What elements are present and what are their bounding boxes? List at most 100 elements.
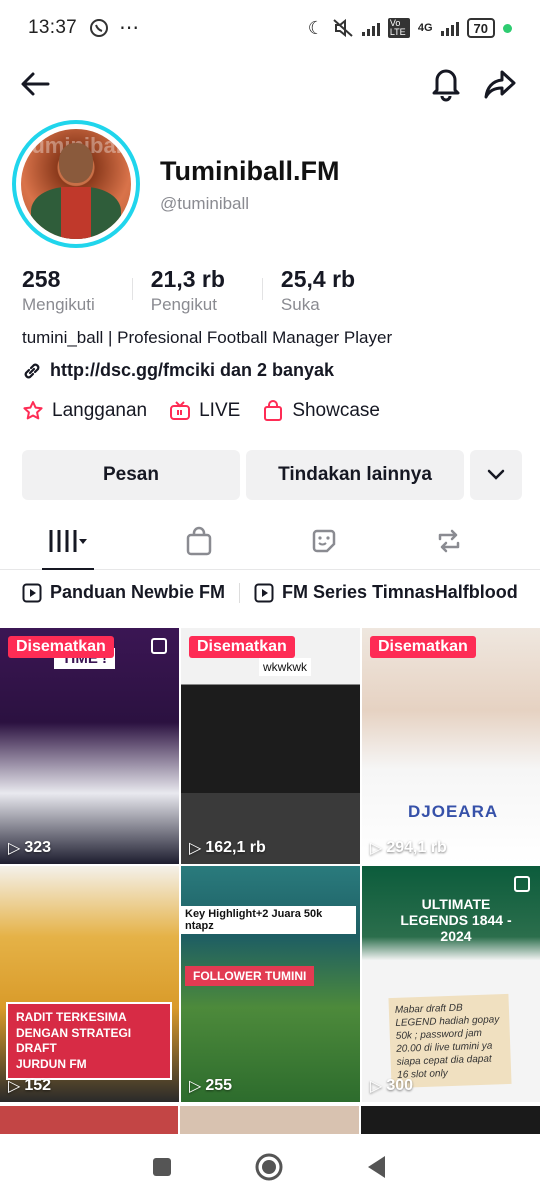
video-thumbnail[interactable]: wkwkwk Disematkan ▷ 162,1 rb — [181, 628, 360, 864]
playlist-item[interactable]: Panduan Newbie FM — [22, 582, 225, 603]
stat-label: Pengikut — [150, 295, 217, 314]
thumbnail-note: Mabar draft DB LEGEND hadiah gopay 50k ;… — [388, 993, 512, 1089]
stat-value: 258 — [22, 266, 61, 292]
shopping-bag-icon — [186, 526, 211, 555]
view-count-value: 255 — [205, 1077, 233, 1094]
stat-followers[interactable]: 21,3 rb Pengikut — [151, 266, 225, 315]
subscribe-chip[interactable]: Langganan — [22, 400, 147, 422]
thumbnail-overlay-text: DJOEARA — [408, 802, 499, 821]
video-thumbnail[interactable] — [0, 1106, 179, 1134]
play-icon: ▷ — [370, 840, 383, 857]
overlay-line: DENGAN STRATEGI DRAFT — [16, 1025, 132, 1056]
thumbnail-overlay-text: Key Highlight+2 Juara 50k ntapz — [181, 906, 356, 934]
playlist-item[interactable]: FM Series TimnasHalfblood — [254, 582, 518, 603]
repost-icon — [438, 529, 459, 552]
video-thumbnail[interactable] — [360, 1106, 540, 1134]
stat-value: 25,4 rb — [280, 266, 356, 292]
play-box-icon — [22, 583, 42, 602]
view-count-value: 323 — [24, 839, 52, 856]
more-actions-button[interactable]: Tindakan lainnya — [246, 450, 464, 500]
status-time: 13:37 — [28, 17, 78, 38]
shopping-bag-icon — [264, 400, 283, 421]
video-grid-partial-row — [0, 1106, 540, 1134]
tab-videos[interactable] — [0, 512, 136, 570]
profile-stats: 258 Mengikuti 21,3 rb Pengikut 25,4 rb S… — [22, 266, 411, 315]
do-not-disturb-icon: ☾ — [307, 17, 324, 38]
sticker-icon — [312, 529, 335, 552]
play-icon: ▷ — [189, 840, 202, 857]
play-icon: ▷ — [370, 1078, 383, 1095]
overlay-line: JURDUN FM — [16, 1056, 87, 1071]
stat-divider — [132, 278, 133, 300]
thumbnail-overlay-text: ULTIMATE LEGENDS 1844 - 2024 — [400, 896, 512, 944]
profile-bio: tumini_ball | Profesional Football Manag… — [22, 328, 393, 347]
recents-button[interactable] — [151, 1156, 173, 1178]
link-icon — [24, 363, 40, 378]
videos-grid-icon — [49, 529, 87, 552]
volte-badge: Vo LTE — [387, 18, 410, 38]
video-thumbnail[interactable] — [180, 1106, 359, 1134]
profile-name: Tuminiball.FM — [160, 156, 340, 186]
video-thumbnail[interactable]: Key Highlight+2 Juara 50k ntapz FOLLOWER… — [181, 866, 360, 1102]
profile-handle: @tuminiball — [160, 194, 250, 213]
avatar[interactable]: tuminiball — [12, 120, 140, 248]
tab-shop[interactable] — [136, 512, 261, 569]
tab-favorites[interactable] — [261, 512, 386, 569]
message-button[interactable]: Pesan — [22, 450, 240, 500]
showcase-chip[interactable]: Showcase — [262, 400, 380, 422]
tab-reposts[interactable] — [386, 512, 511, 569]
share-icon[interactable] — [482, 66, 518, 102]
playlist-divider — [239, 582, 241, 603]
signal-icon — [361, 20, 380, 36]
view-count: ▷ 300 — [370, 1076, 413, 1096]
playlist-label: Panduan Newbie FM — [50, 582, 226, 602]
play-box-icon — [254, 583, 274, 602]
playlist-label: FM Series TimnasHalfblood — [282, 582, 518, 602]
view-count: ▷ 152 — [8, 1076, 51, 1096]
video-thumbnail[interactable]: RADIT TERKESIMA DENGAN STRATEGI DRAFT JU… — [0, 866, 179, 1102]
live-tv-icon — [170, 401, 191, 420]
video-thumbnail[interactable]: TIME ! Disematkan ▷ 323 — [0, 628, 179, 864]
status-bar: 13:37 ⋯ ☾ Vo LTE 4G 70 — [0, 0, 540, 56]
view-count-value: 162,1 rb — [205, 839, 266, 856]
live-label: LIVE — [199, 400, 241, 421]
home-button[interactable] — [254, 1152, 284, 1182]
avatar-face — [59, 143, 93, 183]
battery-level: 70 — [473, 20, 488, 36]
pinned-badge: Disematkan — [370, 636, 476, 658]
bell-icon[interactable] — [428, 64, 464, 102]
dropdown-button[interactable] — [470, 450, 522, 500]
overlay-line: RADIT TERKESIMA — [16, 1010, 127, 1024]
live-chip[interactable]: LIVE — [169, 400, 240, 422]
play-icon: ▷ — [8, 840, 21, 857]
chevron-down-icon — [487, 469, 505, 480]
network-type: 4G — [417, 22, 433, 34]
back-button[interactable] — [365, 1154, 389, 1180]
stat-following[interactable]: 258 Mengikuti — [22, 266, 95, 315]
video-thumbnail[interactable]: DJOEARA Disematkan ▷ 294,1 rb — [362, 628, 540, 864]
avatar-jacket — [31, 187, 121, 239]
mute-icon — [333, 18, 353, 38]
view-count-value: 152 — [24, 1077, 52, 1094]
multi-image-icon — [151, 638, 167, 654]
play-icon: ▷ — [8, 1078, 21, 1095]
thumbnail-overlay-text: RADIT TERKESIMA DENGAN STRATEGI DRAFT JU… — [6, 1002, 172, 1081]
profile-tabs — [0, 512, 540, 570]
stat-label: Mengikuti — [22, 295, 95, 314]
back-arrow-icon[interactable] — [18, 66, 54, 102]
pinned-badge: Disematkan — [8, 636, 114, 658]
signal-strength-icon — [440, 20, 459, 36]
battery-indicator: 70 — [466, 18, 495, 38]
pinned-badge: Disematkan — [189, 636, 295, 658]
star-icon — [23, 401, 43, 420]
view-count: ▷ 255 — [189, 1076, 232, 1096]
video-thumbnail[interactable]: ULTIMATE LEGENDS 1844 - 2024 Mabar draft… — [362, 866, 540, 1102]
stat-likes[interactable]: 25,4 rb Suka — [281, 266, 355, 315]
showcase-label: Showcase — [292, 400, 380, 421]
view-count: ▷ 294,1 rb — [370, 838, 447, 858]
play-icon: ▷ — [189, 1078, 202, 1095]
more-notifications-icon: ⋯ — [119, 17, 140, 39]
view-count-value: 300 — [386, 1077, 414, 1094]
profile-actions: Pesan Tindakan lainnya — [22, 450, 522, 500]
profile-link[interactable]: http://dsc.gg/fmciki dan 2 banyak — [22, 360, 334, 381]
